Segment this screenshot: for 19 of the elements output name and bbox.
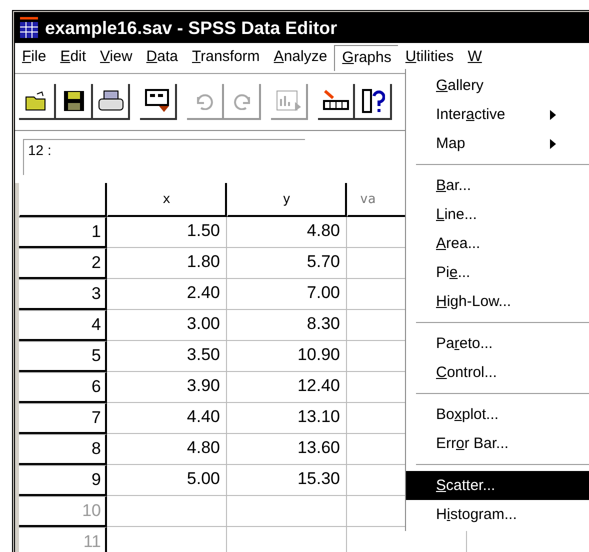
table-cell: 2.40 — [107, 279, 227, 310]
window-title: example16.sav - SPSS Data Editor — [45, 18, 338, 38]
table-cell: 5.70 — [227, 248, 347, 279]
table-cell: 7.00 — [227, 279, 347, 310]
table-cell: 8.30 — [227, 310, 347, 341]
table-cell: 3.00 — [107, 310, 227, 341]
table-cell: 13.10 — [227, 403, 347, 434]
table-cell: 10.90 — [227, 341, 347, 372]
table-cell: 15.30 — [227, 465, 347, 496]
table-cell: 12.40 — [227, 372, 347, 403]
table-cell: 1.50 — [107, 217, 227, 248]
table-cell: 4.80 — [107, 434, 227, 465]
table-cell: 3.90 — [107, 372, 227, 403]
table-cell: 13.60 — [227, 434, 347, 465]
table-cell: 1.80 — [107, 248, 227, 279]
table-cell: 4.40 — [107, 403, 227, 434]
table-cell: 4.80 — [227, 217, 347, 248]
table-cell: 5.00 — [107, 465, 227, 496]
table-cell: 3.50 — [107, 341, 227, 372]
